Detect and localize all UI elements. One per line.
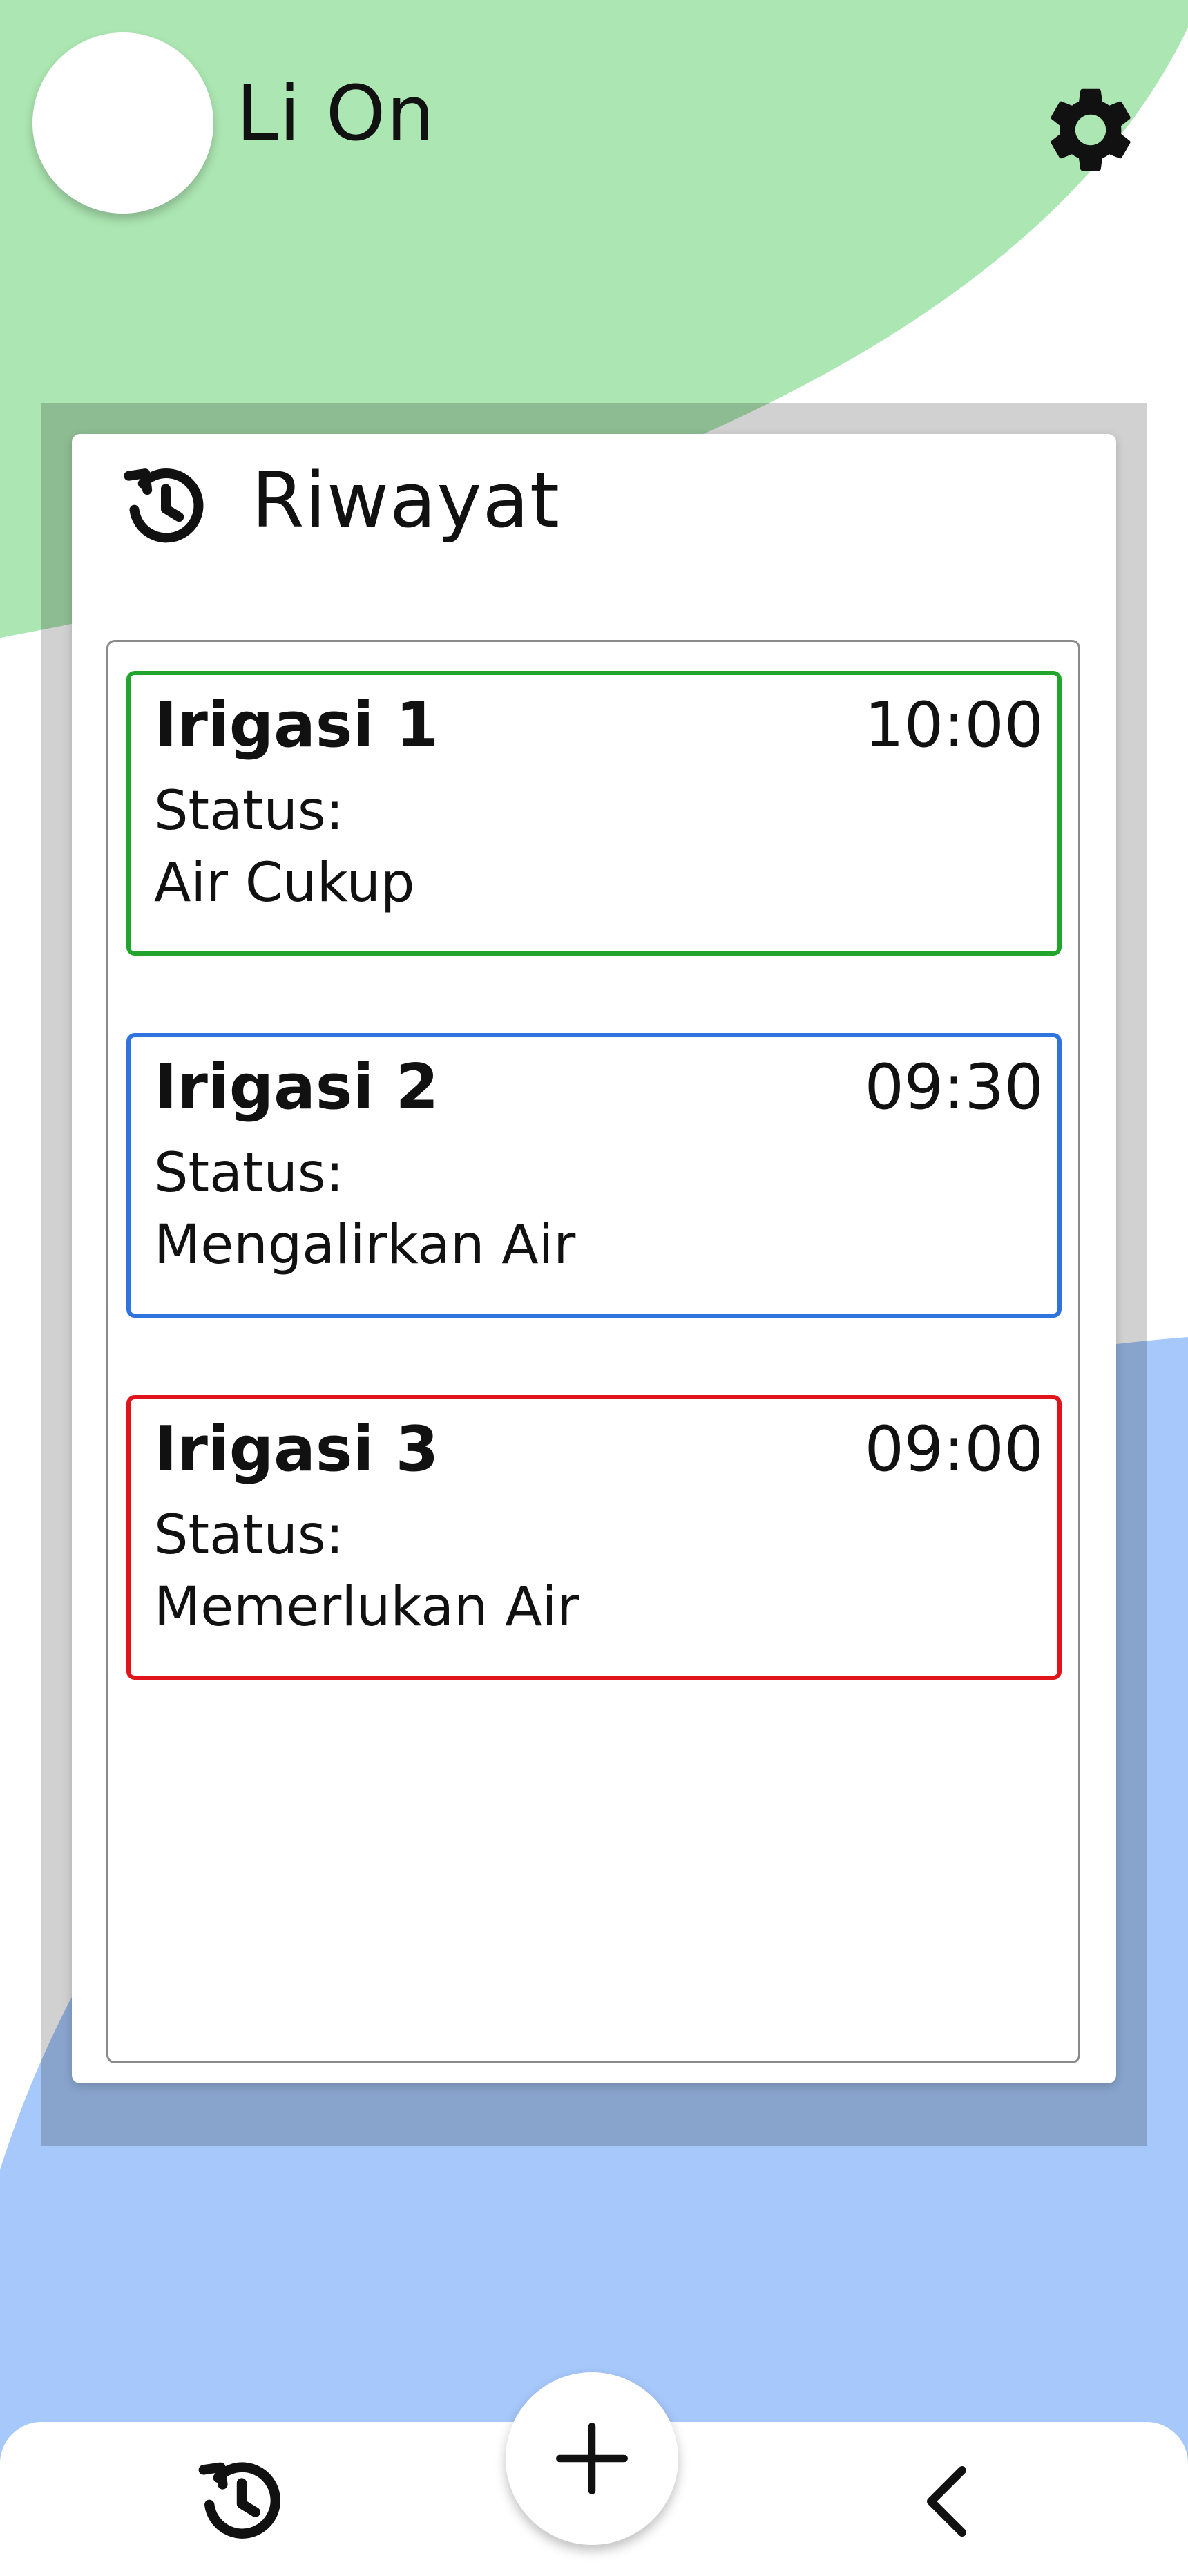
- panel-title: Riwayat: [251, 456, 560, 544]
- add-button[interactable]: [506, 2372, 678, 2545]
- header: Li On: [0, 0, 1188, 249]
- card-name: Irigasi 3: [154, 1413, 439, 1486]
- history-icon: [198, 2462, 280, 2539]
- avatar[interactable]: [32, 32, 213, 214]
- card-name: Irigasi 2: [154, 1051, 439, 1124]
- history-panel: Riwayat Irigasi 1 10:00 Status: Air Cuku…: [72, 434, 1116, 2083]
- plus-icon: [556, 2423, 628, 2494]
- card-status-value: Mengalirkan Air: [154, 1214, 576, 1276]
- history-list: Irigasi 1 10:00 Status: Air Cukup Irigas…: [106, 640, 1080, 2063]
- back-button[interactable]: [898, 2452, 997, 2551]
- history-icon: [124, 468, 204, 543]
- chevron-left-icon: [927, 2466, 966, 2537]
- card-name: Irigasi 1: [154, 689, 439, 761]
- gear-icon: [1051, 88, 1131, 171]
- card-time: 09:00: [864, 1413, 1044, 1486]
- card-status-label: Status:: [154, 1504, 344, 1566]
- card-status-value: Air Cukup: [154, 852, 415, 914]
- card-time: 09:30: [864, 1051, 1044, 1124]
- app-name: Li On: [236, 69, 436, 158]
- history-card-irigasi-1[interactable]: Irigasi 1 10:00 Status: Air Cukup: [126, 671, 1062, 956]
- card-status-label: Status:: [154, 780, 344, 842]
- nav-history-button[interactable]: [192, 2452, 291, 2551]
- card-status-value: Memerlukan Air: [154, 1576, 579, 1638]
- card-status-label: Status:: [154, 1142, 344, 1204]
- card-time: 10:00: [864, 689, 1044, 761]
- history-card-irigasi-2[interactable]: Irigasi 2 09:30 Status: Mengalirkan Air: [126, 1033, 1062, 1318]
- history-card-irigasi-3[interactable]: Irigasi 3 09:00 Status: Memerlukan Air: [126, 1395, 1062, 1680]
- settings-button[interactable]: [1040, 79, 1142, 181]
